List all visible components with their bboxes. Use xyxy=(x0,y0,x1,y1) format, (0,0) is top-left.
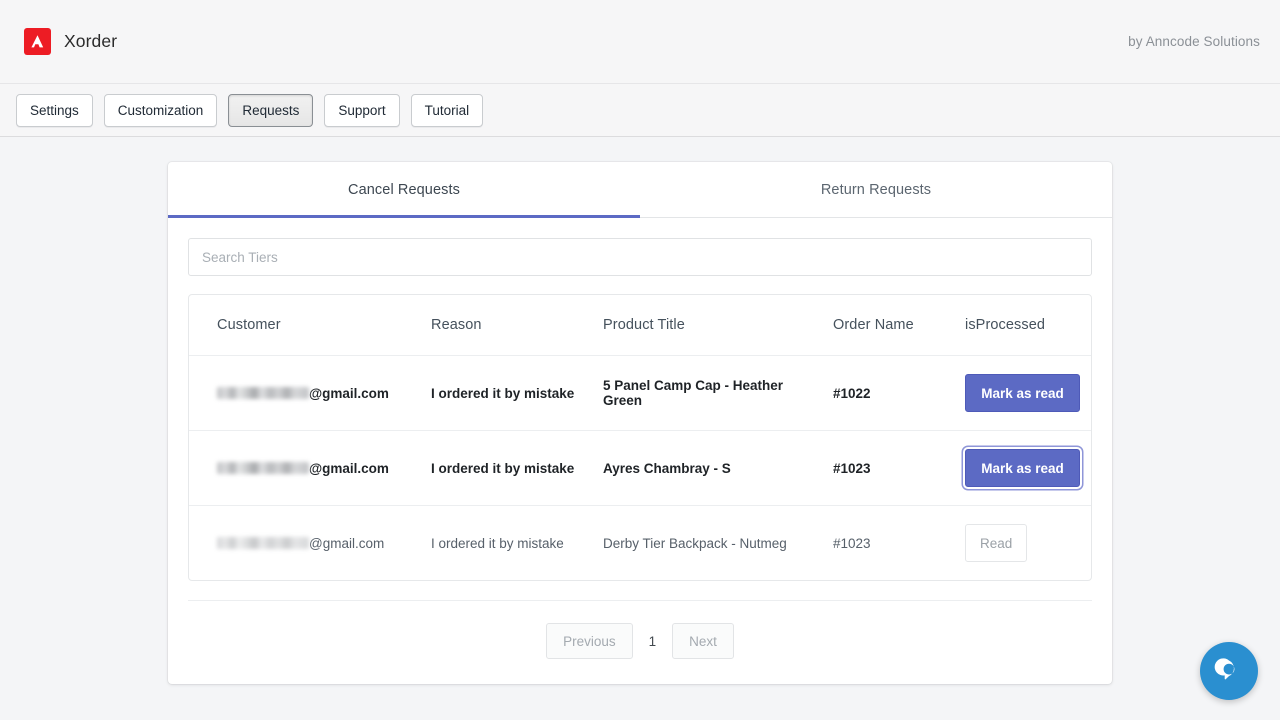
nav-button-customization[interactable]: Customization xyxy=(104,94,218,127)
customer-email-domain: @gmail.com xyxy=(309,536,384,551)
cell-reason: I ordered it by mistake xyxy=(431,506,603,581)
tab-return-requests[interactable]: Return Requests xyxy=(640,162,1112,217)
cell-product-title: Ayres Chambray - S xyxy=(603,431,833,506)
requests-table: Customer Reason Product Title Order Name… xyxy=(188,294,1092,581)
tab-cancel-requests[interactable]: Cancel Requests xyxy=(168,162,640,217)
request-tabs: Cancel Requests Return Requests xyxy=(168,162,1112,218)
redacted-email-local-part xyxy=(217,537,309,549)
column-header-product-title: Product Title xyxy=(603,295,833,356)
cell-reason: I ordered it by mistake xyxy=(431,356,603,431)
mark-as-read-button[interactable]: Mark as read xyxy=(965,374,1080,412)
cell-customer: @gmail.com xyxy=(189,431,431,506)
mark-as-read-button[interactable]: Mark as read xyxy=(965,449,1080,487)
cell-reason: I ordered it by mistake xyxy=(431,431,603,506)
cell-customer: @gmail.com xyxy=(189,506,431,581)
read-button: Read xyxy=(965,524,1027,562)
cell-product-title: 5 Panel Camp Cap - Heather Green xyxy=(603,356,833,431)
brand-name: Xorder xyxy=(64,31,117,52)
cell-customer: @gmail.com xyxy=(189,356,431,431)
redacted-email-local-part xyxy=(217,462,309,474)
cell-isprocessed: Read xyxy=(965,506,1092,581)
table-row: @gmail.com I ordered it by mistake Derby… xyxy=(189,506,1092,581)
nav-button-tutorial[interactable]: Tutorial xyxy=(411,94,484,127)
column-header-isprocessed: isProcessed xyxy=(965,295,1092,356)
nav-button-requests[interactable]: Requests xyxy=(228,94,313,127)
cell-order-name: #1023 xyxy=(833,431,965,506)
chat-bubble-icon xyxy=(1214,655,1244,688)
chat-launcher-button[interactable] xyxy=(1200,642,1258,700)
previous-page-button[interactable]: Previous xyxy=(546,623,633,659)
brand-credit: by Anncode Solutions xyxy=(1128,34,1260,49)
table-header-row: Customer Reason Product Title Order Name… xyxy=(189,295,1092,356)
cell-isprocessed: Mark as read xyxy=(965,431,1092,506)
column-header-customer: Customer xyxy=(189,295,431,356)
column-header-order-name: Order Name xyxy=(833,295,965,356)
cell-product-title: Derby Tier Backpack - Nutmeg xyxy=(603,506,833,581)
next-page-button[interactable]: Next xyxy=(672,623,734,659)
column-header-reason: Reason xyxy=(431,295,603,356)
current-page-label: 1 xyxy=(644,634,662,649)
nav-button-support[interactable]: Support xyxy=(324,94,399,127)
customer-email-domain: @gmail.com xyxy=(309,461,389,476)
primary-nav: Settings Customization Requests Support … xyxy=(0,84,1280,137)
cell-order-name: #1023 xyxy=(833,506,965,581)
cell-order-name: #1022 xyxy=(833,356,965,431)
nav-button-settings[interactable]: Settings xyxy=(16,94,93,127)
redacted-email-local-part xyxy=(217,387,309,399)
search-input[interactable] xyxy=(188,238,1092,276)
card-body: Customer Reason Product Title Order Name… xyxy=(168,218,1112,684)
customer-email-domain: @gmail.com xyxy=(309,386,389,401)
table-row: @gmail.com I ordered it by mistake Ayres… xyxy=(189,431,1092,506)
adobe-a-logo-icon xyxy=(24,28,51,55)
requests-card: Cancel Requests Return Requests Customer… xyxy=(168,162,1112,684)
table-row: @gmail.com I ordered it by mistake 5 Pan… xyxy=(189,356,1092,431)
cell-isprocessed: Mark as read xyxy=(965,356,1092,431)
content-stage: Cancel Requests Return Requests Customer… xyxy=(0,137,1280,684)
pagination: Previous 1 Next xyxy=(188,600,1092,684)
brand: Xorder xyxy=(24,28,117,55)
app-header: Xorder by Anncode Solutions xyxy=(0,0,1280,84)
